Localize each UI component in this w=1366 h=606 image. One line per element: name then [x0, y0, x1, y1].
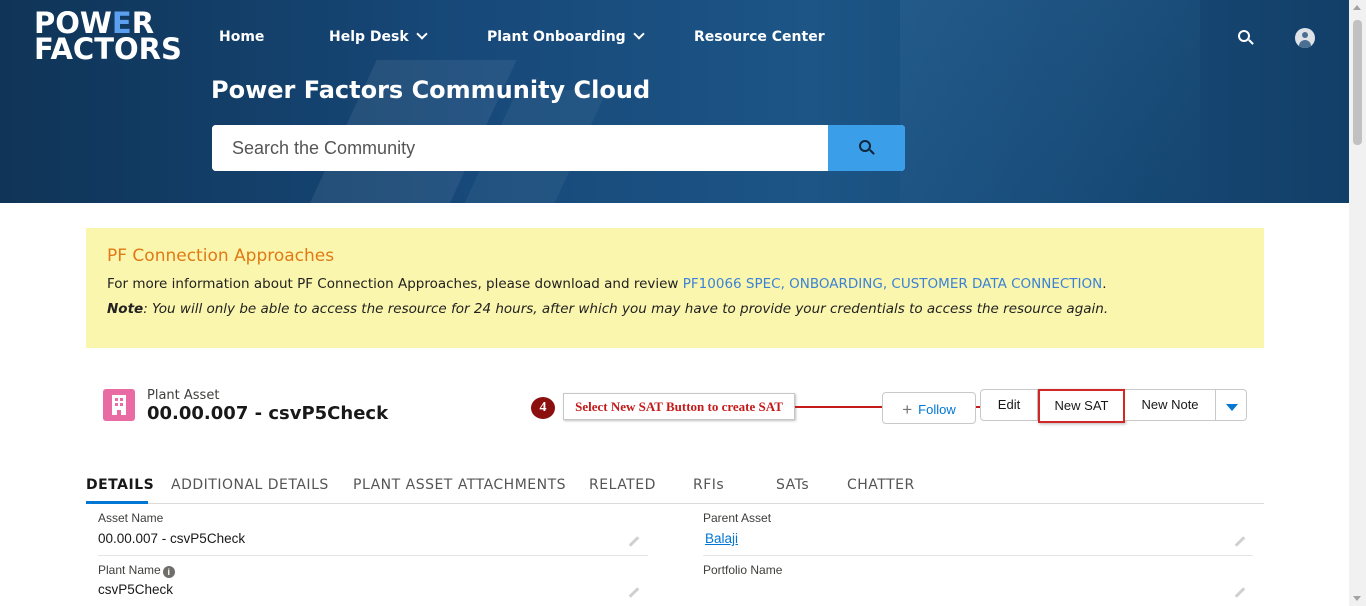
tab-rfis[interactable]: RFIs — [693, 477, 724, 493]
tab-details[interactable]: DETAILS — [86, 477, 154, 493]
tab-plant-asset-attachments[interactable]: PLANT ASSET ATTACHMENTS — [353, 477, 566, 493]
edit-pencil-icon[interactable] — [1234, 587, 1246, 598]
parent-asset-label: Parent Asset — [703, 511, 772, 525]
nav-help-desk-label: Help Desk — [329, 29, 409, 45]
scroll-down-arrow[interactable] — [1353, 596, 1361, 601]
community-search — [212, 125, 905, 171]
new-note-button[interactable]: New Note — [1125, 389, 1216, 421]
follow-button[interactable]: + Follow — [882, 392, 976, 424]
banner-decoration — [900, 0, 1200, 203]
tab-related[interactable]: RELATED — [589, 477, 656, 493]
record-type-label: Plant Asset — [147, 388, 220, 403]
info-icon[interactable]: i — [162, 566, 175, 578]
edit-pencil-icon[interactable] — [628, 587, 640, 598]
search-icon — [1238, 30, 1250, 42]
tab-additional-details[interactable]: ADDITIONAL DETAILS — [171, 477, 329, 493]
avatar-icon — [1295, 28, 1315, 48]
building-icon — [103, 389, 135, 421]
chevron-down-icon — [633, 28, 645, 40]
nav-home[interactable]: Home — [219, 29, 264, 45]
plant-name-value: csvP5Check — [98, 582, 174, 597]
field-divider — [98, 555, 648, 556]
nav-resource-center[interactable]: Resource Center — [694, 29, 825, 45]
notice-title: PF Connection Approaches — [107, 246, 335, 266]
step-number-badge: 4 — [531, 397, 555, 419]
scroll-up-arrow[interactable] — [1353, 5, 1361, 10]
spec-document-link[interactable]: PF10066 SPEC, ONBOARDING, CUSTOMER DATA … — [683, 276, 1103, 292]
new-sat-button[interactable]: New SAT — [1038, 389, 1125, 423]
edit-button[interactable]: Edit — [980, 389, 1038, 421]
user-profile-button[interactable] — [1295, 28, 1315, 48]
connection-approaches-notice: PF Connection Approaches For more inform… — [86, 228, 1264, 348]
asset-name-label: Asset Name — [98, 511, 164, 525]
field-divider — [703, 555, 1253, 556]
asset-name-value: 00.00.007 - csvP5Check — [98, 531, 246, 546]
page-title: Power Factors Community Cloud — [211, 76, 651, 104]
chevron-down-icon — [416, 28, 428, 40]
parent-asset-link[interactable]: Balaji — [705, 531, 738, 546]
portfolio-name-label: Portfolio Name — [703, 563, 783, 577]
nav-home-label: Home — [219, 29, 265, 45]
notice-info-line: For more information about PF Connection… — [107, 276, 1107, 292]
tab-chatter[interactable]: CHATTER — [847, 477, 915, 493]
scrollbar-thumb[interactable] — [1353, 20, 1362, 145]
community-search-button[interactable] — [828, 125, 905, 171]
edit-pencil-icon[interactable] — [628, 536, 640, 547]
header-banner: POWER FACTORS Home Help Desk Plant Onboa… — [0, 0, 1349, 203]
follow-label: Follow — [918, 402, 956, 417]
plant-name-label: Plant Name i — [98, 563, 175, 578]
annotation-callout: Select New SAT Button to create SAT — [563, 393, 795, 420]
edit-pencil-icon[interactable] — [1234, 536, 1246, 547]
nav-plant-onboarding[interactable]: Plant Onboarding — [487, 28, 645, 45]
notice-note-line: Note: You will only be able to access th… — [107, 301, 1109, 317]
active-tab-indicator — [86, 501, 148, 504]
nav-plant-onboarding-label: Plant Onboarding — [487, 29, 626, 45]
header-search-button[interactable] — [1238, 30, 1250, 42]
record-tabs: DETAILS ADDITIONAL DETAILS PLANT ASSET A… — [86, 476, 1264, 504]
nav-help-desk[interactable]: Help Desk — [329, 28, 428, 45]
vertical-scrollbar[interactable] — [1349, 0, 1366, 606]
nav-resource-center-label: Resource Center — [694, 29, 825, 45]
page: POWER FACTORS Home Help Desk Plant Onboa… — [0, 0, 1366, 606]
more-actions-button[interactable] — [1215, 389, 1247, 421]
tab-sats[interactable]: SATs — [776, 477, 809, 493]
plus-icon: + — [902, 400, 913, 419]
search-icon — [859, 140, 871, 152]
chevron-down-icon — [1226, 404, 1238, 411]
power-factors-logo[interactable]: POWER FACTORS — [34, 9, 182, 64]
community-search-input[interactable] — [212, 125, 828, 171]
record-name: 00.00.007 - csvP5Check — [147, 403, 389, 424]
